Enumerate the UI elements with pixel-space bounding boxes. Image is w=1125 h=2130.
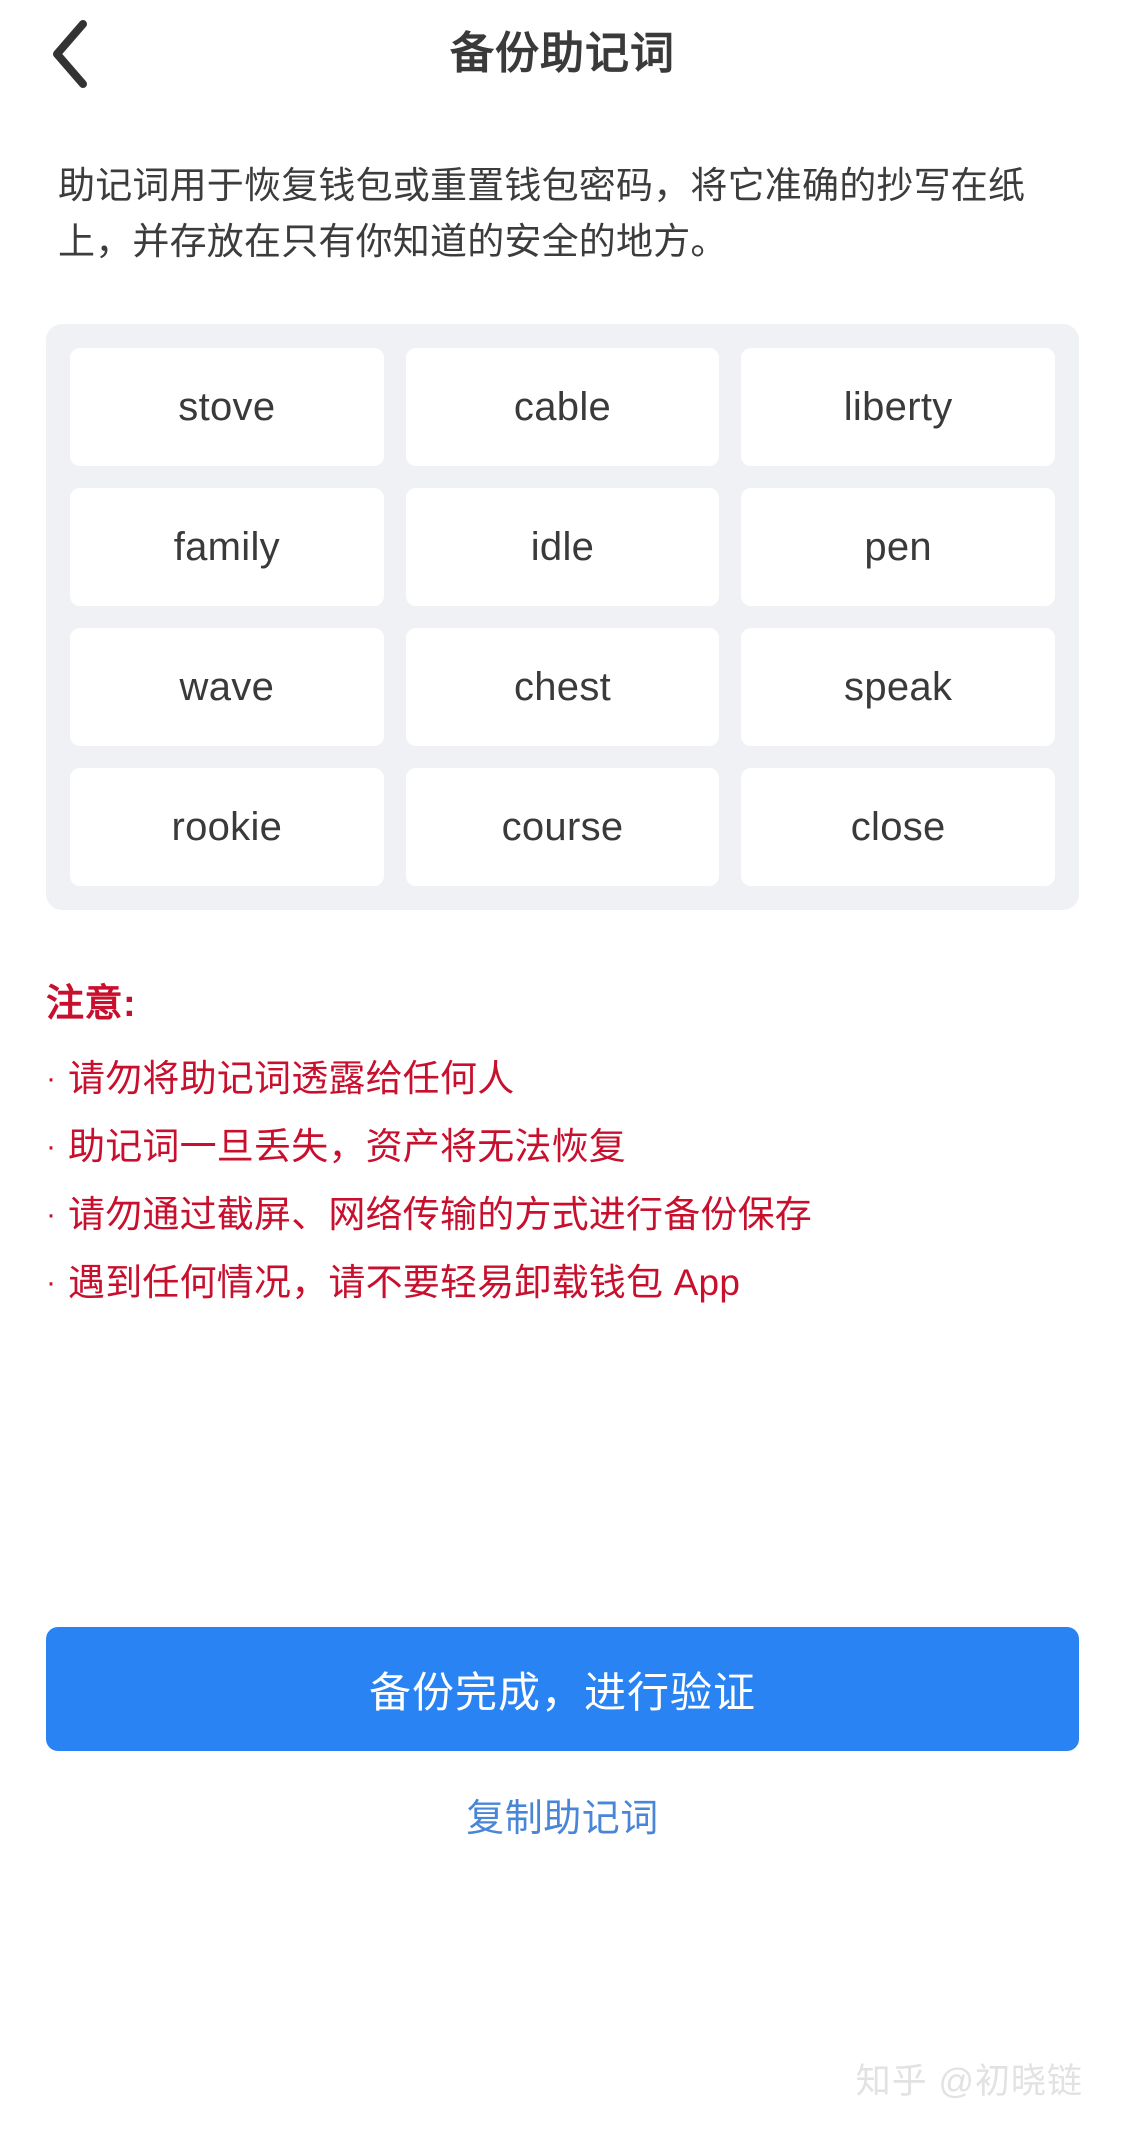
- mnemonic-word-cell: speak: [741, 628, 1055, 746]
- notice-list: · 请勿将助记词透露给任何人 · 助记词一旦丢失，资产将无法恢复 · 请勿通过截…: [46, 1045, 1079, 1317]
- copy-mnemonic-link[interactable]: 复制助记词: [0, 1787, 1125, 1842]
- bullet-icon: ·: [46, 1266, 57, 1299]
- mnemonic-word-cell: idle: [405, 488, 720, 606]
- mnemonic-word-cell: liberty: [741, 348, 1055, 466]
- bullet-icon: ·: [46, 1198, 57, 1231]
- bullet-icon: ·: [46, 1062, 57, 1095]
- mnemonic-word-cell: chest: [405, 628, 720, 746]
- notice-item: · 请勿将助记词透露给任何人: [46, 1045, 1079, 1113]
- notice-item: · 遇到任何情况，请不要轻易卸载钱包 App: [46, 1249, 1079, 1317]
- mnemonic-grid: stove cable liberty family idle pen wave…: [70, 348, 1055, 886]
- confirm-backup-button[interactable]: 备份完成，进行验证: [46, 1627, 1079, 1751]
- watermark: 知乎 @初晓链: [855, 2062, 1083, 2101]
- notice-title: 注意:: [46, 983, 137, 1025]
- notice-item: · 助记词一旦丢失，资产将无法恢复: [46, 1113, 1079, 1181]
- notice-item-text: 请勿通过截屏、网络传输的方式进行备份保存: [68, 1194, 812, 1235]
- description-text: 助记词用于恢复钱包或重置钱包密码，将它准确的抄写在纸上，并存放在只有你知道的安全…: [58, 165, 1026, 262]
- notice-section: 注意: · 请勿将助记词透露给任何人 · 助记词一旦丢失，资产将无法恢复 · 请…: [46, 972, 1079, 1317]
- notice-item-text: 遇到任何情况，请不要轻易卸载钱包 App: [68, 1262, 741, 1303]
- bullet-icon: ·: [46, 1130, 57, 1163]
- mnemonic-word-cell: family: [70, 488, 384, 606]
- mnemonic-word-cell: close: [741, 768, 1055, 886]
- page-title: 备份助记词: [450, 29, 675, 78]
- mnemonic-word-cell: pen: [741, 488, 1055, 606]
- chevron-left-icon: [49, 18, 93, 90]
- app-header: 备份助记词: [0, 0, 1125, 108]
- mnemonic-word-cell: cable: [405, 348, 720, 466]
- mnemonic-word-cell: stove: [70, 348, 384, 466]
- back-button[interactable]: [28, 11, 114, 97]
- action-area: 备份完成，进行验证 复制助记词: [0, 1627, 1125, 1842]
- notice-item-text: 请勿将助记词透露给任何人: [68, 1058, 515, 1099]
- mnemonic-word-cell: rookie: [70, 768, 384, 886]
- mnemonic-panel: stove cable liberty family idle pen wave…: [46, 324, 1079, 910]
- notice-item-text: 助记词一旦丢失，资产将无法恢复: [68, 1126, 626, 1167]
- mnemonic-word-cell: course: [405, 768, 720, 886]
- mnemonic-word-cell: wave: [70, 628, 384, 746]
- notice-item: · 请勿通过截屏、网络传输的方式进行备份保存: [46, 1181, 1079, 1249]
